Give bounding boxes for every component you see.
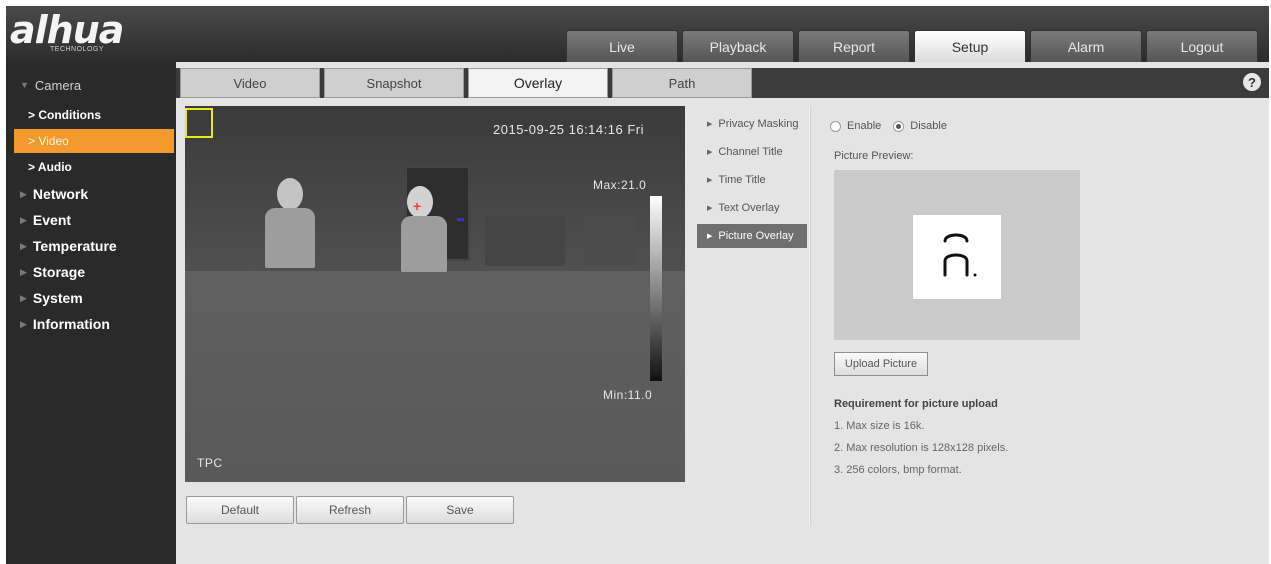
overlay-menu-label: Text Overlay [718,202,780,214]
upload-picture-button[interactable]: Upload Picture [834,352,928,376]
sidebar-item-label: Network [32,186,89,202]
sidebar-item-system[interactable]: ▶ System [6,285,176,311]
logo-subtitle: TECHNOLOGY [50,46,105,53]
tab-overlay[interactable]: Overlay [468,68,608,98]
sidebar-item-network[interactable]: ▶ Network [6,181,176,207]
overlay-menu-label: Time Title [718,174,766,186]
sidebar-item-storage[interactable]: ▶ Storage [6,259,176,285]
overlay-picture-thumbnail [913,215,1001,299]
main-tab-playback[interactable]: Playback [682,30,794,62]
main-tab-alarm[interactable]: Alarm [1030,30,1142,62]
brand-logo: alhua TECHNOLOGY [10,8,170,58]
top-bar: alhua TECHNOLOGY Live Playback Report Se… [6,6,1269,62]
expand-caret-icon: ▶ [20,240,27,251]
sidebar-item-label: Storage [32,264,86,280]
osd-channel-title: TPC [197,456,223,470]
enable-radio-group: Enable Disable [830,120,947,132]
overlay-menu-picture-overlay[interactable]: ▶ Picture Overlay [697,224,807,248]
overlay-region-box[interactable] [185,108,213,138]
person-body [401,216,447,272]
main-tab-logout[interactable]: Logout [1146,30,1258,62]
tab-path[interactable]: Path [612,68,752,98]
expand-caret-icon: ▶ [20,266,27,277]
requirement-line: 3. 256 colors, bmp format. [834,464,962,476]
sidebar-item-label: Temperature [32,238,117,254]
sidebar-item-label: Event [32,212,72,228]
osd-min-temp: Min:11.0 [603,388,653,402]
expand-caret-icon: ▶ [20,188,27,199]
tab-snapshot[interactable]: Snapshot [324,68,464,98]
sidebar: ▼ Camera > Conditions > Video > Audio ▶ … [6,62,176,564]
bullet-arrow-icon: ▶ [707,149,713,156]
overlay-menu-text-overlay[interactable]: ▶ Text Overlay [697,196,807,220]
video-preview[interactable]: + 2015-09-25 16:14:16 Fri Max:21.0 Min:1… [185,106,685,482]
overlay-menu-privacy-masking[interactable]: ▶ Privacy Masking [697,112,807,136]
temperature-scale-bar [650,196,662,381]
help-icon[interactable]: ? [1243,73,1261,91]
scene-panel [485,216,565,266]
osd-timestamp: 2015-09-25 16:14:16 Fri [493,122,644,137]
disable-radio[interactable] [893,120,905,132]
overlay-menu-label: Privacy Masking [718,118,799,130]
min-temp-marker-icon [457,218,464,221]
overlay-menu-time-title[interactable]: ▶ Time Title [697,168,807,192]
enable-radio[interactable] [830,120,841,132]
overlay-menu-label: Channel Title [718,146,783,158]
enable-radio-label: Enable [847,120,882,132]
overlay-glyph-icon [943,233,977,277]
refresh-button[interactable]: Refresh [296,496,404,524]
sidebar-sub-audio[interactable]: > Audio [14,155,174,179]
picture-preview-box [834,170,1080,340]
sidebar-item-label: System [32,290,83,306]
tab-video[interactable]: Video [180,68,320,98]
sidebar-item-label: Information [32,316,110,332]
sidebar-item-camera[interactable]: ▼ Camera [6,72,176,98]
scene-floor [185,271,685,482]
disable-radio-label: Disable [910,120,947,132]
sidebar-item-event[interactable]: ▶ Event [6,207,176,233]
sidebar-item-label: Camera [34,77,82,93]
overlay-menu-channel-title[interactable]: ▶ Channel Title [697,140,807,164]
requirement-line: 1. Max size is 16k. [834,420,925,432]
person-body [265,208,315,268]
bullet-arrow-icon: ▶ [707,177,713,184]
expand-caret-icon: ▶ [20,318,27,329]
app-frame: alhua TECHNOLOGY Live Playback Report Se… [6,6,1269,564]
requirements-title: Requirement for picture upload [834,398,998,410]
main-tab-live[interactable]: Live [566,30,678,62]
sidebar-item-temperature[interactable]: ▶ Temperature [6,233,176,259]
sidebar-sub-video[interactable]: > Video [14,129,174,153]
overlay-menu-label: Picture Overlay [718,230,794,242]
person-head [277,178,303,210]
main-tab-report[interactable]: Report [798,30,910,62]
requirement-line: 2. Max resolution is 128x128 pixels. [834,442,1009,454]
picture-preview-label: Picture Preview: [834,150,914,162]
panel-divider [809,106,811,526]
save-button[interactable]: Save [406,496,514,524]
sidebar-sub-conditions[interactable]: > Conditions [14,103,174,127]
collapse-caret-icon: ▼ [20,80,29,90]
expand-caret-icon: ▶ [20,292,27,303]
default-button[interactable]: Default [186,496,294,524]
main-nav: Live Playback Report Setup Alarm Logout [566,30,1258,62]
bullet-arrow-icon: ▶ [707,121,713,128]
scene-panel [585,216,635,266]
max-temp-marker-icon: + [413,198,422,214]
content-area: Video Snapshot Overlay Path ? + 2015-09-… [176,62,1269,564]
sidebar-item-information[interactable]: ▶ Information [6,311,176,337]
picture-overlay-panel: Enable Disable Picture Preview: Upload P… [828,106,1248,506]
main-tab-setup[interactable]: Setup [914,30,1026,62]
bullet-arrow-icon: ▶ [707,205,713,212]
osd-max-temp: Max:21.0 [593,178,647,192]
expand-caret-icon: ▶ [20,214,27,225]
bullet-arrow-icon: ▶ [707,233,713,240]
